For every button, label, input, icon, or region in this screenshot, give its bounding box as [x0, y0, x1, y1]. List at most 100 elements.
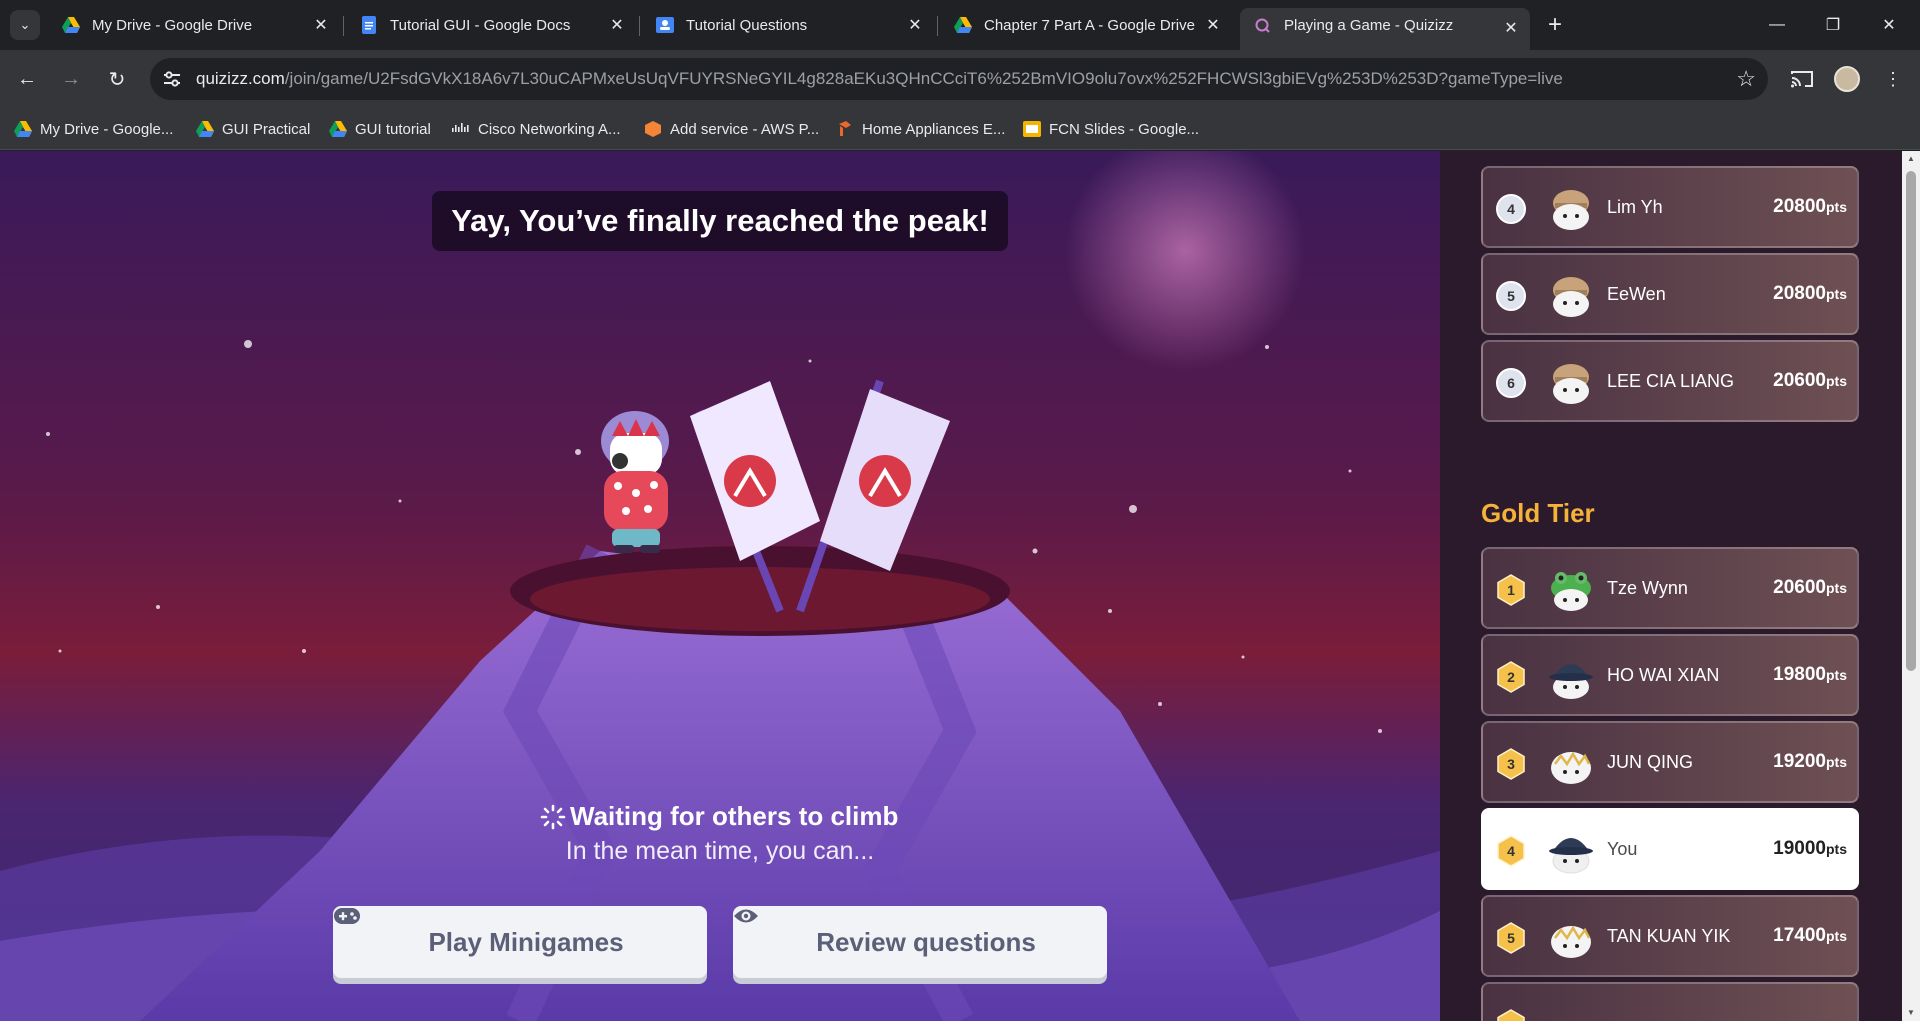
close-icon[interactable]: ✕ — [904, 14, 926, 36]
reload-icon: ↻ — [108, 68, 126, 91]
points-suffix: pts — [1826, 580, 1847, 596]
player-name: Lim Yh — [1607, 197, 1663, 217]
review-questions-button[interactable]: Review questions — [733, 906, 1107, 978]
cisco-icon — [452, 120, 470, 138]
points-suffix: pts — [1826, 754, 1847, 770]
bookmark-cisco[interactable]: Cisco Networking A... — [452, 116, 621, 142]
google-docs-icon — [360, 16, 378, 34]
close-window-button[interactable]: ✕ — [1866, 8, 1912, 42]
leaderboard-row-partial — [1481, 982, 1859, 1021]
player-points: 19000pts — [1773, 838, 1847, 860]
leaderboard: 4 Lim Yh 20800pts 5 EeWen 20800pts 6 LEE… — [1440, 151, 1902, 1021]
points-suffix: pts — [1826, 373, 1847, 389]
beanie-avatar — [1547, 359, 1595, 407]
leaderboard-row: 6 LEE CIA LIANG 20600pts — [1481, 340, 1859, 422]
tab-tutorial-questions[interactable]: Tutorial Questions ✕ — [642, 8, 934, 42]
gold-tier-heading: Gold Tier — [1481, 498, 1595, 528]
leaderboard-row: 3 JUN QING 19200pts — [1481, 721, 1859, 803]
scroll-up-arrow-icon[interactable]: ▲ — [1906, 154, 1916, 164]
tab-search-button[interactable]: ⌄ — [10, 10, 40, 40]
bookmark-my-drive[interactable]: My Drive - Google... — [14, 116, 173, 142]
bookmark-fcn-slides[interactable]: FCN Slides - Google... — [1023, 116, 1199, 142]
rank-number: 5 — [1507, 930, 1515, 946]
tab-separator — [639, 16, 640, 36]
points-value: 19200 — [1773, 751, 1826, 772]
tab-chapter-7[interactable]: Chapter 7 Part A - Google Drive ✕ — [940, 8, 1232, 42]
bookmark-gui-tutorial[interactable]: GUI tutorial — [329, 116, 431, 142]
peak-banner: Yay, You’ve finally reached the peak! — [432, 191, 1008, 251]
rank-badge: 3 — [1495, 748, 1527, 780]
leaderboard-row: 1 Tze Wynn 20600pts — [1481, 547, 1859, 629]
player-points: 17400pts — [1773, 925, 1847, 947]
points-suffix: pts — [1826, 667, 1847, 683]
page-scrollbar[interactable]: ▲ ▼ — [1902, 151, 1920, 1021]
points-value: 20800 — [1773, 283, 1826, 304]
player-name: EeWen — [1607, 284, 1666, 304]
menu-button[interactable]: ⋮ — [1876, 62, 1910, 96]
new-tab-button[interactable]: + — [1541, 11, 1569, 39]
play-minigames-button[interactable]: Play Minigames — [333, 906, 707, 978]
close-icon[interactable]: ✕ — [1202, 14, 1224, 36]
bookmarks-bar: My Drive - Google... GUI Practical GUI t… — [0, 108, 1920, 150]
bookmark-label: Cisco Networking A... — [478, 120, 621, 138]
player-points: 19200pts — [1773, 751, 1847, 773]
close-icon[interactable]: ✕ — [606, 14, 628, 36]
player-character — [601, 411, 669, 553]
quizizz-page: Yay, You’ve finally reached the peak! Wa… — [0, 151, 1920, 1021]
rank-number: 2 — [1507, 669, 1515, 685]
bookmark-label: GUI tutorial — [355, 120, 431, 138]
points-value: 19000 — [1773, 838, 1826, 859]
rank-number: 4 — [1507, 843, 1515, 859]
scroll-down-arrow-icon[interactable]: ▼ — [1906, 1008, 1916, 1018]
reload-button[interactable]: ↻ — [100, 62, 134, 96]
close-icon[interactable]: ✕ — [1500, 17, 1522, 39]
points-value: 20800 — [1773, 196, 1826, 217]
arrow-right-icon: → — [61, 67, 81, 90]
mountain-scene: Yay, You’ve finally reached the peak! Wa… — [0, 151, 1440, 1021]
bucket-hat-avatar — [1547, 827, 1595, 875]
tab-quizizz[interactable]: Playing a Game - Quizizz ✕ — [1240, 8, 1530, 50]
waiting-status: Waiting for others to climb — [540, 801, 898, 832]
quizizz-icon — [1254, 17, 1272, 35]
url-path: /join/game/U2FsdGVkX18A6v7L30uCAPMxeUsUq… — [284, 69, 1563, 88]
site-settings-icon[interactable] — [160, 67, 184, 91]
rank-badge: 6 — [1495, 367, 1527, 399]
bookmark-home-appliances[interactable]: Home Appliances E... — [836, 116, 1005, 142]
rank-badge — [1495, 1009, 1527, 1021]
rank-badge: 5 — [1495, 922, 1527, 954]
google-drive-icon — [954, 16, 972, 34]
google-drive-icon — [14, 120, 32, 138]
rank-number: 1 — [1507, 582, 1515, 598]
forward-button[interactable]: → — [54, 62, 88, 96]
bookmark-star-icon[interactable]: ☆ — [1736, 66, 1756, 92]
address-bar[interactable]: quizizz.com/join/game/U2FsdGVkX18A6v7L30… — [150, 58, 1768, 100]
player-name: HO WAI XIAN — [1607, 665, 1720, 685]
tab-tutorial-gui[interactable]: Tutorial GUI - Google Docs ✕ — [346, 8, 636, 42]
player-points: 20800pts — [1773, 283, 1847, 305]
plus-icon: + — [1547, 11, 1562, 38]
close-icon[interactable]: ✕ — [310, 14, 332, 36]
player-points: 19800pts — [1773, 664, 1847, 686]
scene-illustration — [0, 151, 1440, 1021]
back-button[interactable]: ← — [10, 62, 44, 96]
points-value: 17400 — [1773, 925, 1826, 946]
player-name: You — [1607, 839, 1638, 859]
leaderboard-row: 4 Lim Yh 20800pts — [1481, 166, 1859, 248]
close-icon: ✕ — [1882, 17, 1896, 34]
cast-button[interactable] — [1785, 62, 1819, 96]
profile-avatar[interactable] — [1834, 66, 1860, 92]
tab-my-drive[interactable]: My Drive - Google Drive ✕ — [48, 8, 340, 42]
player-name: JUN QING — [1607, 752, 1694, 772]
bookmark-aws[interactable]: Add service - AWS P... — [644, 116, 819, 142]
rank-badge: 2 — [1495, 661, 1527, 693]
leaderboard-row-you: 4 You 19000pts — [1481, 808, 1859, 890]
minimize-button[interactable]: — — [1754, 8, 1800, 42]
restore-button[interactable]: ❐ — [1810, 8, 1856, 42]
rank-number: 3 — [1507, 756, 1515, 772]
frog-avatar — [1547, 566, 1595, 614]
cast-icon — [1791, 71, 1813, 88]
aws-icon — [644, 120, 662, 138]
bookmark-gui-practical[interactable]: GUI Practical — [196, 116, 310, 142]
play-minigames-label: Play Minigames — [428, 926, 624, 957]
scrollbar-thumb[interactable] — [1906, 171, 1916, 671]
